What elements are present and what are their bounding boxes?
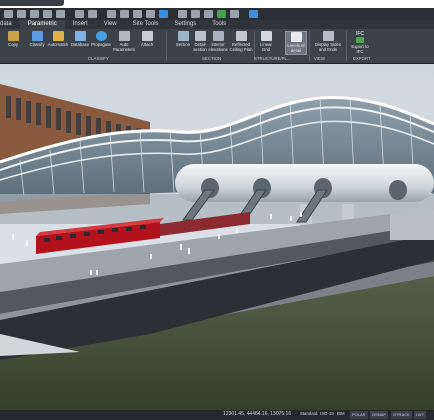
ifc-export-icon: [356, 37, 364, 43]
group-separator: [166, 31, 167, 61]
group-label-classify: CLASSIFY: [88, 56, 109, 61]
undo-icon[interactable]: [75, 10, 84, 18]
pan-icon[interactable]: [191, 10, 200, 18]
tab-site-tools[interactable]: Site Tools: [125, 20, 167, 29]
tab-view[interactable]: View: [96, 20, 125, 29]
attach-icon: [141, 31, 153, 41]
automatch-icon: [52, 31, 64, 41]
database-icon: [74, 31, 86, 41]
workspace-icon[interactable]: [217, 10, 226, 18]
snap-icon[interactable]: [107, 10, 116, 18]
grid-icon[interactable]: [120, 10, 129, 18]
ribbon-tabs: data Parametric Insert View Site Tools S…: [0, 20, 434, 29]
tab-data[interactable]: data: [0, 20, 20, 29]
cursor-coordinates: 12301.45, 44464.16, 13075.16: [223, 411, 292, 417]
bim-icon[interactable]: [249, 10, 258, 18]
ceiling-plan-icon: [235, 31, 247, 41]
help-icon[interactable]: [230, 10, 239, 18]
classify-icon: [31, 31, 43, 41]
text-style[interactable]: Standard: [300, 411, 317, 416]
auto-parameters-icon: [118, 31, 130, 41]
print-icon[interactable]: [56, 10, 65, 18]
group-separator: [346, 31, 347, 61]
levels-of-detail-button[interactable]: Levels of detail: [285, 31, 307, 55]
title-strip: [0, 0, 434, 8]
polar-toggle[interactable]: POLAR: [350, 411, 368, 419]
copy-button[interactable]: Copy: [0, 31, 26, 55]
new-file-icon[interactable]: [4, 10, 13, 18]
display-sides-icon: [322, 31, 334, 41]
save-icon[interactable]: [30, 10, 39, 18]
tab-tools[interactable]: Tools: [204, 20, 234, 29]
lwt-toggle[interactable]: LWT: [414, 411, 427, 419]
group-label-section: SECTION: [202, 56, 222, 61]
attach-button[interactable]: Attach: [134, 31, 160, 55]
quick-access-toolbar: [0, 8, 434, 20]
3d-model-viewport[interactable]: [0, 64, 434, 410]
open-file-icon[interactable]: [17, 10, 26, 18]
copy-icon: [7, 31, 19, 41]
group-separator: [309, 31, 310, 61]
export-ifc-button[interactable]: IFC Export to IFC: [349, 31, 371, 55]
interior-elevations-button[interactable]: Interior elevations: [207, 31, 229, 55]
tab-settings[interactable]: Settings: [167, 20, 205, 29]
right-structure: [390, 210, 434, 240]
save-as-icon[interactable]: [43, 10, 52, 18]
ceiling-plan-button[interactable]: Reflected Ceiling Plan: [228, 31, 254, 55]
osnap-toggle[interactable]: OSNAP: [370, 411, 389, 419]
tab-parametric[interactable]: Parametric: [19, 20, 65, 29]
ribbon-panel: Copy Classify Automatch Database Propaga…: [0, 29, 434, 64]
display-sides-button[interactable]: Display Sides and Ends: [313, 31, 343, 55]
redo-icon[interactable]: [88, 10, 97, 18]
interior-elevations-icon: [212, 31, 224, 41]
bim-mode[interactable]: BIM: [337, 411, 345, 416]
status-bar: 12301.45, 44464.16, 13075.16 Standard IS…: [0, 410, 434, 420]
cad-application-window: data Parametric Insert View Site Tools S…: [0, 0, 434, 420]
station-render: [0, 64, 434, 410]
ortho-icon[interactable]: [133, 10, 142, 18]
tab-insert[interactable]: Insert: [65, 20, 96, 29]
linear-grid-icon: [260, 31, 272, 41]
render-icon[interactable]: [204, 10, 213, 18]
group-label-structure: STRUCTURE/PL...: [254, 56, 291, 61]
group-label-export: EXPORT: [353, 56, 371, 61]
section-icon: [177, 31, 189, 41]
propagate-icon: [95, 31, 107, 41]
linear-grid-button[interactable]: Linear Grid: [256, 31, 276, 55]
detail-section-icon: [194, 31, 206, 41]
dim-style[interactable]: ISO-19: [320, 411, 334, 416]
layers-icon[interactable]: [146, 10, 155, 18]
title-bar-handle: [0, 0, 64, 6]
otrack-toggle[interactable]: OTRACK: [391, 411, 412, 419]
group-label-view: VIEW: [314, 56, 325, 61]
properties-icon[interactable]: [159, 10, 168, 18]
zoom-icon[interactable]: [178, 10, 187, 18]
levels-of-detail-icon: [290, 32, 302, 42]
